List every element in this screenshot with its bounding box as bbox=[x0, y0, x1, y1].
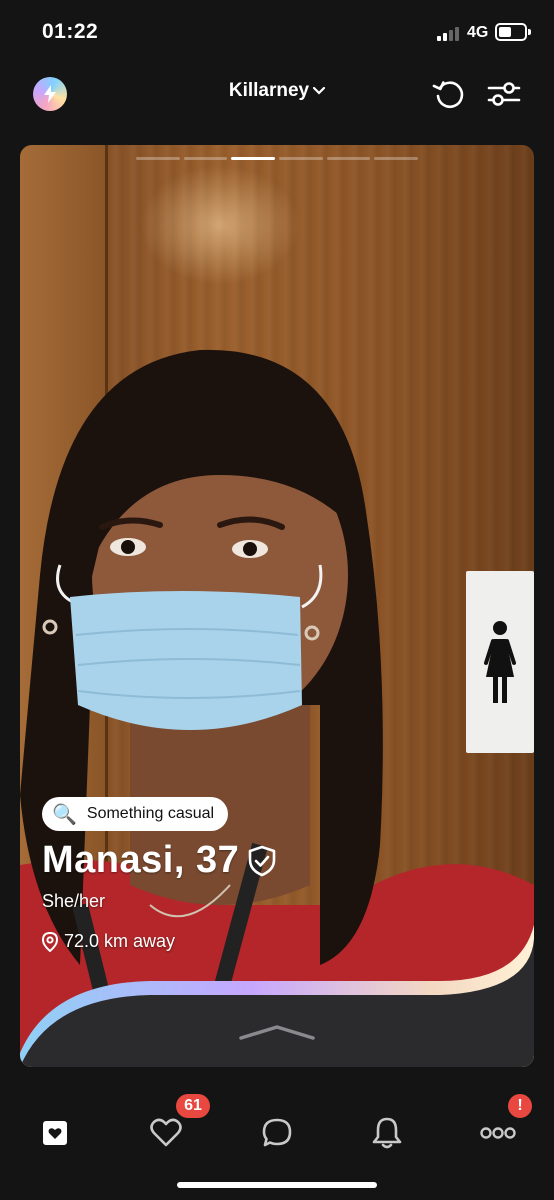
magnifier-icon: 🔍 bbox=[52, 803, 77, 826]
profile-name: Manasi, 37 bbox=[42, 839, 277, 882]
photo-progress-segment bbox=[326, 157, 371, 160]
bell-icon bbox=[372, 1117, 402, 1149]
rewind-button[interactable] bbox=[431, 76, 467, 112]
nav-more[interactable] bbox=[478, 1113, 518, 1153]
photo-progress-indicator bbox=[136, 157, 419, 161]
location-label: Killarney bbox=[228, 80, 310, 101]
battery-icon bbox=[495, 23, 531, 41]
pronouns-label: She/her bbox=[42, 891, 106, 911]
relationship-intent-badge: 🔍 Something casual bbox=[42, 797, 229, 831]
home-indicator[interactable] bbox=[177, 1182, 377, 1188]
relationship-intent-label: Something casual bbox=[86, 805, 215, 822]
bottom-navigation: 61 ! bbox=[0, 1085, 554, 1175]
more-alert-badge: ! bbox=[508, 1094, 532, 1118]
location-selector[interactable]: Killarney bbox=[0, 80, 554, 102]
card-info-panel bbox=[20, 925, 534, 1067]
network-type: 4G bbox=[467, 24, 489, 41]
nav-discover[interactable] bbox=[35, 1113, 75, 1153]
signal-strength-icon bbox=[437, 26, 461, 41]
nav-chats[interactable] bbox=[257, 1113, 297, 1153]
nav-notifications[interactable] bbox=[367, 1113, 407, 1153]
chat-bubble-icon bbox=[262, 1118, 292, 1147]
chevron-down-icon bbox=[313, 86, 326, 95]
heart-icon bbox=[150, 1118, 182, 1147]
photo-progress-segment bbox=[231, 157, 276, 160]
card-stack-icon bbox=[43, 1121, 67, 1145]
sliders-icon bbox=[487, 82, 521, 106]
likes-count-badge: 61 bbox=[176, 1094, 210, 1118]
expand-profile-handle[interactable] bbox=[239, 1023, 315, 1041]
name-age-label: Manasi, 37 bbox=[42, 839, 240, 881]
profile-card[interactable]: 🔍 Something casual Manasi, 37 She/her 72… bbox=[20, 145, 534, 1067]
nav-likes[interactable] bbox=[146, 1113, 186, 1153]
undo-icon bbox=[432, 81, 464, 109]
verified-shield-icon[interactable] bbox=[247, 845, 277, 877]
more-dots-icon bbox=[480, 1127, 516, 1139]
photo-progress-segment bbox=[279, 157, 323, 160]
status-time: 01:22 bbox=[42, 20, 99, 43]
top-bar: Killarney bbox=[0, 66, 554, 122]
photo-progress-segment bbox=[136, 157, 180, 160]
photo-progress-segment bbox=[374, 157, 419, 160]
photo-progress-segment bbox=[183, 157, 228, 160]
filters-button[interactable] bbox=[486, 76, 522, 112]
status-bar: 01:22 4G bbox=[0, 0, 554, 66]
